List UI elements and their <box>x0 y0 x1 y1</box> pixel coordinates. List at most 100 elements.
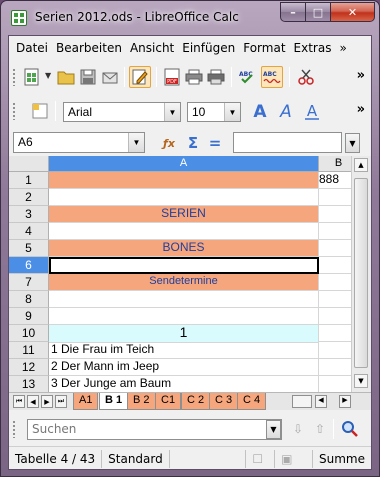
cell-b[interactable] <box>319 223 351 240</box>
expand-formula-icon[interactable]: ▼ <box>345 133 360 153</box>
scroll-left-icon[interactable]: ◀ <box>315 395 327 408</box>
cell-a[interactable] <box>49 291 319 308</box>
cell-a[interactable] <box>49 189 319 206</box>
open-folder-icon[interactable] <box>55 66 77 88</box>
sheet-tab[interactable]: C 3 <box>209 393 239 410</box>
toolbar-grip-icon[interactable] <box>12 68 16 86</box>
italic-icon[interactable]: A <box>275 100 297 122</box>
row-header[interactable]: 5 <box>9 240 49 257</box>
cell-b[interactable] <box>319 189 351 206</box>
row-header[interactable]: 8 <box>9 291 49 308</box>
cell-a[interactable]: 1 <box>49 325 319 343</box>
autospellcheck-icon[interactable]: ABC <box>261 66 283 88</box>
toolbar-overflow-icon[interactable]: » <box>357 102 365 117</box>
export-pdf-icon[interactable]: PDF <box>161 66 183 88</box>
toolbar-overflow-icon[interactable]: » <box>357 68 365 83</box>
toolbar-grip-icon[interactable] <box>12 102 16 120</box>
row-header[interactable]: 11 <box>9 342 49 359</box>
next-sheet-icon[interactable]: ▶ <box>41 395 53 408</box>
underline-icon[interactable]: A <box>301 100 323 122</box>
menu-datei[interactable]: Datei <box>9 41 52 55</box>
row-header[interactable]: 12 <box>9 359 49 376</box>
chevron-down-icon[interactable]: ▼ <box>224 103 240 121</box>
row-header[interactable]: 2 <box>9 189 49 206</box>
menu-extras[interactable]: Extras <box>290 41 336 55</box>
cell-b[interactable] <box>319 325 351 342</box>
row-header[interactable]: 6 <box>9 257 49 274</box>
close-button[interactable]: ✕ <box>331 2 375 22</box>
scroll-down-icon[interactable]: ▼ <box>354 374 368 388</box>
cell-b[interactable] <box>319 342 351 359</box>
insert-mode-indicator[interactable] <box>170 449 247 468</box>
save-icon[interactable] <box>77 66 99 88</box>
minimize-button[interactable]: – <box>280 2 306 22</box>
cell-a[interactable] <box>49 257 319 274</box>
cell-a[interactable]: Sendetermine <box>49 274 319 291</box>
select-all-corner[interactable] <box>9 156 49 172</box>
chevron-down-icon[interactable]: ▼ <box>164 103 180 121</box>
function-wizard-icon[interactable]: ƒx <box>159 133 179 153</box>
cell-b[interactable] <box>319 257 351 274</box>
page-style[interactable]: Standard <box>102 449 170 468</box>
chevron-down-icon[interactable]: ▼ <box>128 133 144 152</box>
bold-icon[interactable]: A <box>249 100 271 122</box>
cell-b[interactable] <box>319 376 351 392</box>
formula-input[interactable] <box>233 132 342 153</box>
styles-icon[interactable] <box>29 100 51 122</box>
find-input[interactable]: Suchen <box>27 419 282 440</box>
row-header[interactable]: 1 <box>9 172 49 189</box>
cell-b[interactable] <box>319 291 351 308</box>
calc-app-icon[interactable] <box>11 10 27 26</box>
menu-ansicht[interactable]: Ansicht <box>126 41 178 55</box>
equals-icon[interactable]: = <box>205 133 225 153</box>
cell-b[interactable] <box>319 359 351 376</box>
vertical-scrollbar[interactable]: ▲ ▼ <box>351 156 371 392</box>
font-name-combo[interactable]: Arial ▼ <box>63 102 181 122</box>
edit-mode-icon[interactable] <box>129 66 151 88</box>
sheet-position[interactable]: Tabelle 4 / 43 <box>9 449 103 468</box>
name-box[interactable]: A6 ▼ <box>13 132 145 153</box>
scroll-thumb[interactable] <box>354 178 368 368</box>
scroll-up-icon[interactable]: ▲ <box>354 158 368 172</box>
toolbar-grip-icon[interactable] <box>12 420 16 438</box>
last-sheet-icon[interactable]: ⏭ <box>55 395 67 408</box>
email-icon[interactable] <box>99 66 121 88</box>
chevron-down-icon[interactable]: ▼ <box>266 420 281 439</box>
new-dropdown-icon[interactable]: ▼ <box>45 71 51 80</box>
menu-format[interactable]: Format <box>239 41 289 55</box>
new-document-icon[interactable] <box>21 66 43 88</box>
print-preview-icon[interactable] <box>205 66 227 88</box>
maximize-button[interactable]: □ <box>306 2 331 22</box>
sheet-tab[interactable]: C 4 <box>237 393 267 410</box>
font-size-combo[interactable]: 10 ▼ <box>187 102 241 122</box>
sheet-tab[interactable]: C1 <box>155 393 182 410</box>
sheet-tab[interactable]: B 1 <box>99 393 129 410</box>
row-header[interactable]: 9 <box>9 308 49 325</box>
menu-einfuegen[interactable]: Einfügen <box>178 41 239 55</box>
find-replace-icon[interactable] <box>339 418 361 440</box>
cell-b[interactable]: 888 <box>319 172 351 189</box>
title-bar[interactable]: Serien 2012.ods - LibreOffice Calc – □ ✕ <box>1 1 379 35</box>
first-sheet-icon[interactable]: ⏮ <box>13 395 25 408</box>
cell-a[interactable]: 1 Die Frau im Teich <box>49 342 319 359</box>
sum-icon[interactable]: Σ <box>183 133 203 153</box>
cell-a[interactable]: 3 Der Junge am Baum <box>49 376 319 392</box>
cell-a[interactable] <box>49 223 319 240</box>
row-header[interactable]: 7 <box>9 274 49 291</box>
print-icon[interactable] <box>183 66 205 88</box>
find-next-icon[interactable]: ⇩ <box>287 418 309 440</box>
column-header-a[interactable]: A <box>49 156 319 172</box>
cell-b[interactable] <box>319 274 351 291</box>
cell-a[interactable]: SERIEN <box>49 206 319 223</box>
scroll-right-icon[interactable]: ▶ <box>339 395 351 408</box>
cut-icon[interactable] <box>295 66 317 88</box>
row-header[interactable]: 4 <box>9 223 49 240</box>
sheet-tab[interactable]: B 2 <box>127 393 156 410</box>
cell-a[interactable]: 2 Der Mann im Jeep <box>49 359 319 376</box>
find-previous-icon[interactable]: ⇧ <box>309 418 331 440</box>
tab-splitter-handle[interactable] <box>292 395 312 408</box>
spellcheck-icon[interactable]: ABC <box>237 66 259 88</box>
spreadsheet-grid[interactable]: A B 1 888 2 3 SERIEN 4 5 BONES 6 7 Sendetermine 8 9 1… <box>9 156 371 392</box>
cell-b[interactable] <box>319 308 351 325</box>
prev-sheet-icon[interactable]: ◀ <box>27 395 39 408</box>
